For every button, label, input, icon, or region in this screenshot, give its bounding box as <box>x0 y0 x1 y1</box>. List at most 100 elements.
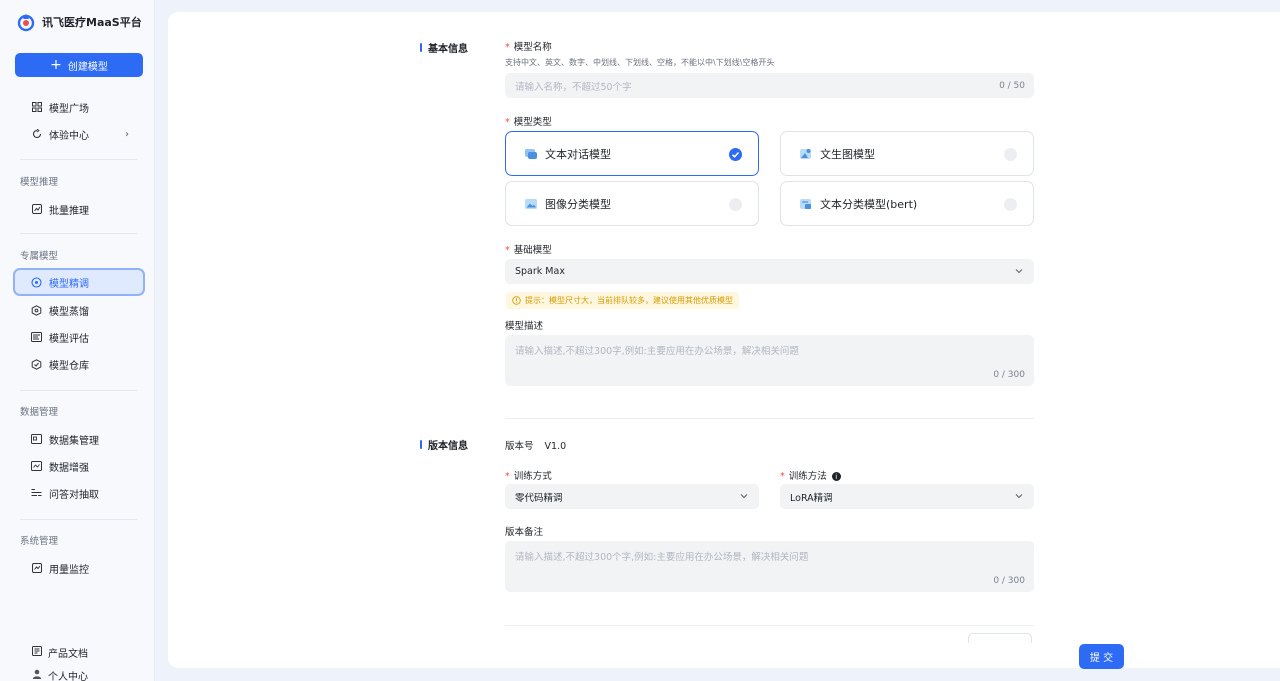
tune-icon <box>31 276 42 288</box>
sidebar-item-qa-extract[interactable]: 问答对抽取 <box>13 480 145 506</box>
chevron-down-icon <box>1015 269 1023 274</box>
required-mark: * <box>505 117 510 128</box>
distill-icon <box>31 304 42 316</box>
train-method-label: * 训练方法 i <box>780 468 841 482</box>
warning-icon <box>512 296 521 305</box>
section-divider <box>505 418 1034 419</box>
doc-icon <box>32 646 42 659</box>
sidebar-item-usage-monitor[interactable]: 用量监控 <box>13 555 145 581</box>
sidebar-item-label: 模型蒸馏 <box>49 306 89 318</box>
model-desc-textarea[interactable]: 请输入描述,不超过300字,例如:主要应用在办公场景，解决相关问题 0 / 30… <box>505 335 1034 386</box>
group-title-data: 数据管理 <box>20 407 59 418</box>
base-model-tip: 提示：模型尺寸大，当前排队较多，建议使用其他优质模型 <box>506 292 739 309</box>
select-value: 零代码精调 <box>515 492 563 504</box>
sidebar-item-fine-tune[interactable]: 模型精调 <box>13 268 145 296</box>
train-mode-select[interactable]: 零代码精调 <box>505 484 759 509</box>
type-option-text-classify[interactable]: 文本分类模型(bert) <box>780 181 1034 226</box>
sidebar: 讯飞医疗MaaS平台 + 创建模型 模型广场 体验中心 › 模型推理 批量推理 … <box>0 0 155 681</box>
model-name-hint: 支持中文、英文、数字、中划线、下划线、空格，不能以中\下划线\空格开头 <box>505 58 775 67</box>
logo-icon <box>17 14 35 32</box>
type-option-text-to-image[interactable]: 文生图模型 <box>780 131 1034 176</box>
train-method-select[interactable]: LoRA精调 <box>780 484 1034 509</box>
version-number: 版本号 V1.0 <box>505 438 566 452</box>
sidebar-item-personal-center[interactable]: 个人中心 <box>32 668 88 681</box>
plus-icon: + <box>50 57 62 73</box>
text-classify-icon <box>800 198 811 209</box>
chevron-down-icon <box>740 494 748 499</box>
char-count: 0 / 300 <box>993 370 1025 380</box>
sidebar-item-dataset[interactable]: 数据集管理 <box>13 426 145 452</box>
monitor-icon <box>31 563 42 574</box>
required-mark: * <box>780 471 785 482</box>
main-panel: 基本信息 * 模型名称 支持中文、英文、数字、中划线、下划线、空格，不能以中\下划… <box>168 12 1280 668</box>
sidebar-item-label: 模型精调 <box>49 278 89 290</box>
section-divider <box>505 625 1034 626</box>
create-model-button[interactable]: + 创建模型 <box>15 53 143 77</box>
section-accent-bar <box>420 43 422 52</box>
sidebar-item-label: 模型仓库 <box>49 360 89 372</box>
char-count: 0 / 300 <box>993 576 1025 586</box>
train-mode-label: * 训练方式 <box>505 471 552 482</box>
model-type-label: * 模型类型 <box>505 117 552 128</box>
app-logo[interactable]: 讯飞医疗MaaS平台 <box>16 12 142 32</box>
sidebar-item-repository[interactable]: 模型仓库 <box>13 351 145 377</box>
user-icon <box>32 669 42 681</box>
chevron-right-icon: › <box>125 128 129 140</box>
sidebar-item-label: 模型广场 <box>49 103 89 115</box>
model-name-input[interactable]: 请输入名称，不超过50个字 0 / 50 <box>505 73 1034 98</box>
type-option-label: 文生图模型 <box>820 147 875 161</box>
sidebar-item-product-docs[interactable]: 产品文档 <box>32 645 88 660</box>
sidebar-item-label: 体验中心 <box>49 130 89 142</box>
sidebar-item-label: 批量推理 <box>49 205 89 217</box>
section-accent-bar <box>420 440 422 449</box>
divider <box>20 159 137 160</box>
version-label: 版本号 <box>505 441 534 452</box>
divider <box>20 390 137 391</box>
required-mark: * <box>505 245 510 256</box>
sidebar-item-label: 数据集管理 <box>49 435 99 447</box>
chevron-down-icon <box>1015 494 1023 499</box>
refresh-icon <box>31 129 42 140</box>
sidebar-item-experience-center[interactable]: 体验中心 › <box>13 121 145 147</box>
section-version-info: 版本信息 <box>420 437 468 452</box>
sidebar-item-data-enhance[interactable]: 数据增强 <box>13 453 145 479</box>
sidebar-item-label: 产品文档 <box>48 649 88 660</box>
version-note-textarea[interactable]: 请输入描述,不超过300个字,例如:主要应用在办公场景，解决相关问题 0 / 3… <box>505 541 1034 592</box>
type-option-label: 文本分类模型(bert) <box>820 197 918 211</box>
sidebar-item-label: 个人中心 <box>48 672 88 681</box>
type-option-image-classify[interactable]: 图像分类模型 <box>505 181 759 226</box>
app-title: 讯飞医疗MaaS平台 <box>42 16 142 29</box>
create-model-label: 创建模型 <box>67 61 108 73</box>
version-note-label: 版本备注 <box>505 527 544 538</box>
divider <box>20 233 137 234</box>
radio-empty-icon <box>1004 148 1017 161</box>
image-gen-icon <box>800 148 811 159</box>
enhance-icon <box>31 461 42 472</box>
sidebar-item-distill[interactable]: 模型蒸馏 <box>13 297 145 323</box>
grid-icon <box>31 102 42 113</box>
required-mark: * <box>505 42 510 53</box>
chart-icon <box>31 204 42 215</box>
radio-empty-icon <box>729 198 742 211</box>
qa-icon <box>31 488 42 499</box>
base-model-select[interactable]: Spark Max <box>505 259 1034 284</box>
select-value: LoRA精调 <box>790 492 833 504</box>
type-option-text-chat[interactable]: 文本对话模型 <box>505 131 759 176</box>
sidebar-item-label: 模型评估 <box>49 333 89 345</box>
model-desc-label: 模型描述 <box>505 321 544 332</box>
model-name-label: * 模型名称 <box>505 42 552 53</box>
sidebar-item-batch-inference[interactable]: 批量推理 <box>13 196 145 222</box>
dataset-icon <box>31 434 42 445</box>
group-title-inference: 模型推理 <box>20 177 59 188</box>
submit-button[interactable]: 提 交 <box>1079 644 1124 669</box>
radio-empty-icon <box>1004 198 1017 211</box>
sidebar-item-evaluate[interactable]: 模型评估 <box>13 324 145 350</box>
partially-hidden-control[interactable] <box>968 633 1032 643</box>
repo-icon <box>31 358 42 370</box>
info-icon[interactable]: i <box>831 472 841 481</box>
placeholder: 请输入描述,不超过300个字,例如:主要应用在办公场景，解决相关问题 <box>515 552 809 563</box>
sidebar-item-model-square[interactable]: 模型广场 <box>13 94 145 120</box>
placeholder: 请输入名称，不超过50个字 <box>515 81 632 93</box>
required-mark: * <box>505 471 510 482</box>
version-value: V1.0 <box>544 441 567 452</box>
